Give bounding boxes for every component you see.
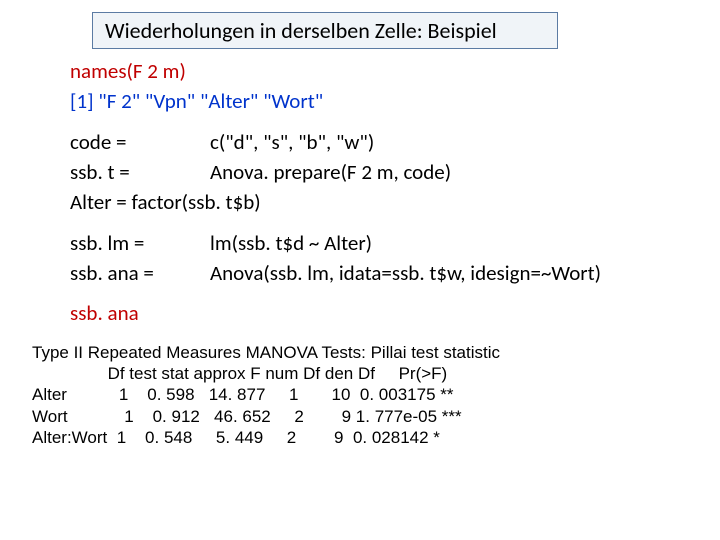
r-output: Type II Repeated Measures MANOVA Tests: … [32, 342, 700, 448]
output-row-wort: Wort 1 0. 912 46. 652 2 9 1. 777e-05 *** [32, 407, 462, 426]
output-colhdr: Df test stat approx F num Df den Df Pr(>… [32, 364, 447, 383]
slide-title: Wiederholungen in derselben Zelle: Beisp… [92, 12, 558, 49]
code-names-call: names(F 2 m) [70, 57, 700, 85]
code-ssbana-call: ssb. ana [70, 299, 700, 327]
code-ssbt-lhs: ssb. t = [70, 158, 210, 186]
code-alter-line: Alter = factor(ssb. t$b) [70, 188, 700, 216]
code-ssbana-rhs: Anova(ssb. lm, idata=ssb. t$w, idesign=~… [210, 259, 700, 287]
code-ssblm-lhs: ssb. lm = [70, 229, 210, 257]
code-names-output: [1] "F 2" "Vpn" "Alter" "Wort" [70, 87, 700, 115]
code-block: names(F 2 m) [1] "F 2" "Vpn" "Alter" "Wo… [70, 57, 700, 328]
code-ssbt-rhs: Anova. prepare(F 2 m, code) [210, 158, 700, 186]
code-code-rhs: c("d", "s", "b", "w") [210, 128, 700, 156]
code-ssblm-rhs: lm(ssb. t$d ~ Alter) [210, 229, 700, 257]
code-code-lhs: code = [70, 128, 210, 156]
output-row-interaction: Alter:Wort 1 0. 548 5. 449 2 9 0. 028142… [32, 428, 440, 447]
output-row-alter: Alter 1 0. 598 14. 877 1 10 0. 003175 ** [32, 385, 453, 404]
code-ssbana-lhs: ssb. ana = [70, 259, 210, 287]
output-header: Type II Repeated Measures MANOVA Tests: … [32, 343, 500, 362]
